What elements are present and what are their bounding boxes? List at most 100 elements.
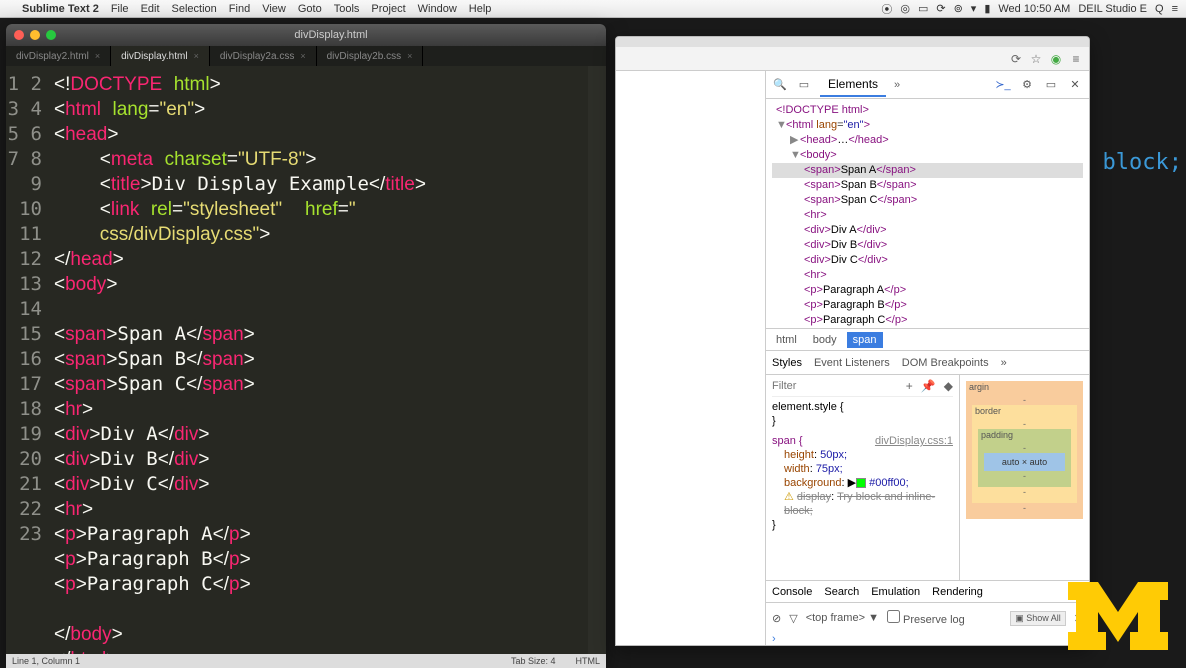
css-declaration[interactable]: width: 75px; [772,462,953,476]
css-declaration[interactable]: ⚠ display: Try block and inline-block; [772,490,953,518]
devtools-toolbar: 🔍 ▭ Elements » ≻_ ⚙ ▭ ✕ [766,71,1089,99]
styles-pane[interactable]: + 📌 ◆ element.style {} divDisplay.css:1 … [766,375,959,580]
dom-node[interactable]: <span>Span A</span> [772,163,1083,178]
code-editor[interactable]: <!DOCTYPE html> <html lang="en"> <head> … [50,66,606,664]
breadcrumb-item[interactable]: body [807,332,843,348]
browser-tabstrip[interactable] [616,37,1089,47]
box-model: argin- border- padding- auto × auto - - … [959,375,1089,580]
spotlight-icon[interactable]: Q [1155,3,1164,15]
editor-tab[interactable]: divDisplay2b.css× [317,46,424,66]
tab-elements[interactable]: Elements [820,73,886,97]
reload-icon[interactable]: ⟳ [1009,52,1023,66]
dom-node[interactable]: <p>Paragraph A</p> [772,283,1083,298]
tab-console[interactable]: Console [772,586,812,598]
menubar-clock[interactable]: Wed 10:50 AM [998,3,1070,15]
menu-file[interactable]: File [105,3,135,15]
tab-emulation[interactable]: Emulation [871,586,920,598]
dom-node[interactable]: <hr> [772,208,1083,223]
menu-find[interactable]: Find [223,3,256,15]
window-titlebar[interactable]: divDisplay.html [6,24,606,46]
css-declaration[interactable]: background: ▶ #00ff00; [772,476,953,490]
extension-icon[interactable]: ◉ [1049,52,1063,66]
dom-node[interactable]: ▼<body> [772,148,1083,163]
notifications-icon[interactable]: ≡ [1172,3,1178,15]
dom-node[interactable]: <p>Paragraph B</p> [772,298,1083,313]
traffic-lights [6,30,56,40]
more-tabs-icon[interactable]: » [894,79,900,91]
dom-node[interactable]: <!DOCTYPE html> [772,103,1083,118]
rule-element-style: element.style {} [772,400,953,428]
show-all-button[interactable]: ▣ Show All [1010,611,1066,626]
breadcrumb-item[interactable]: span [847,332,883,348]
new-rule-icon[interactable]: + [906,379,913,393]
console-toggle-icon[interactable]: ≻_ [995,77,1011,93]
dom-node[interactable]: ▶<head>…</head> [772,133,1083,148]
tab-event-listeners[interactable]: Event Listeners [814,357,890,369]
tab-close-icon[interactable]: × [407,51,412,61]
menubar-icon[interactable]: ▭ [918,2,928,15]
dock-icon[interactable]: ▭ [1043,77,1059,93]
dom-node[interactable]: <div>Div A</div> [772,223,1083,238]
volume-icon[interactable]: ▾ [971,2,977,15]
dom-node[interactable]: <p>Paragraph C</p> [772,313,1083,328]
tab-dom-breakpoints[interactable]: DOM Breakpoints [902,357,989,369]
status-language[interactable]: HTML [576,656,601,666]
menu-icon[interactable]: ≡ [1069,52,1083,66]
styles-tabs: Styles Event Listeners DOM Breakpoints » [766,351,1089,375]
menu-project[interactable]: Project [365,3,411,15]
minimize-icon[interactable] [30,30,40,40]
styles-filter-input[interactable] [772,380,832,392]
breadcrumb-item[interactable]: html [770,332,803,348]
tab-search[interactable]: Search [824,586,859,598]
battery-icon[interactable]: ▮ [984,2,990,15]
tab-close-icon[interactable]: × [194,51,199,61]
element-state-icon[interactable]: ◆ [944,379,953,393]
wifi-icon[interactable]: ⊚ [954,2,963,15]
dom-node[interactable]: <div>Div B</div> [772,238,1083,253]
menubar-user[interactable]: DEIL Studio E [1078,3,1147,15]
breadcrumb[interactable]: htmlbodyspan [766,329,1089,351]
editor-tab[interactable]: divDisplay.html× [111,46,210,66]
filter-icon[interactable]: ▽ [789,612,797,625]
minimap[interactable] [588,66,606,664]
rule-source-link[interactable]: divDisplay.css:1 [875,434,953,448]
tab-styles[interactable]: Styles [772,357,802,369]
editor-tab[interactable]: divDisplay2a.css× [210,46,317,66]
star-icon[interactable]: ☆ [1029,52,1043,66]
close-icon[interactable] [14,30,24,40]
preserve-log-checkbox[interactable]: Preserve log [887,610,965,626]
menu-help[interactable]: Help [463,3,498,15]
dom-node[interactable]: <div>Div C</div> [772,253,1083,268]
menu-view[interactable]: View [256,3,292,15]
menu-tools[interactable]: Tools [328,3,366,15]
pin-icon[interactable]: 📌 [921,379,936,393]
clear-console-icon[interactable]: ⊘ [772,612,781,625]
menubar-icon[interactable]: ⦿ [881,1,892,17]
menu-goto[interactable]: Goto [292,3,328,15]
menu-edit[interactable]: Edit [135,3,166,15]
app-name[interactable]: Sublime Text 2 [16,3,105,15]
dom-node[interactable]: <span>Span C</span> [772,193,1083,208]
zoom-icon[interactable] [46,30,56,40]
frame-selector[interactable]: <top frame> ▼ [806,612,879,624]
css-declaration[interactable]: height: 50px; [772,448,953,462]
menu-selection[interactable]: Selection [166,3,223,15]
dom-node[interactable]: <hr> [772,268,1083,283]
dom-tree[interactable]: <!DOCTYPE html>▼<html lang="en">▶<head>…… [766,99,1089,329]
status-tabsize[interactable]: Tab Size: 4 [511,656,556,666]
tab-close-icon[interactable]: × [95,51,100,61]
close-icon[interactable]: ✕ [1067,77,1083,93]
menubar-icon[interactable]: ⟳ [936,2,945,15]
console-prompt[interactable]: › [766,633,1089,645]
menu-window[interactable]: Window [412,3,463,15]
tab-close-icon[interactable]: × [300,51,305,61]
device-icon[interactable]: ▭ [796,77,812,93]
dom-node[interactable]: ▼<html lang="en"> [772,118,1083,133]
menubar-icon[interactable]: ◎ [900,2,910,15]
dom-node[interactable]: <span>Span B</span> [772,178,1083,193]
more-tabs-icon[interactable]: » [1001,357,1007,369]
gear-icon[interactable]: ⚙ [1019,77,1035,93]
tab-rendering[interactable]: Rendering [932,586,983,598]
editor-tab[interactable]: divDisplay2.html× [6,46,111,66]
search-icon[interactable]: 🔍 [772,77,788,93]
